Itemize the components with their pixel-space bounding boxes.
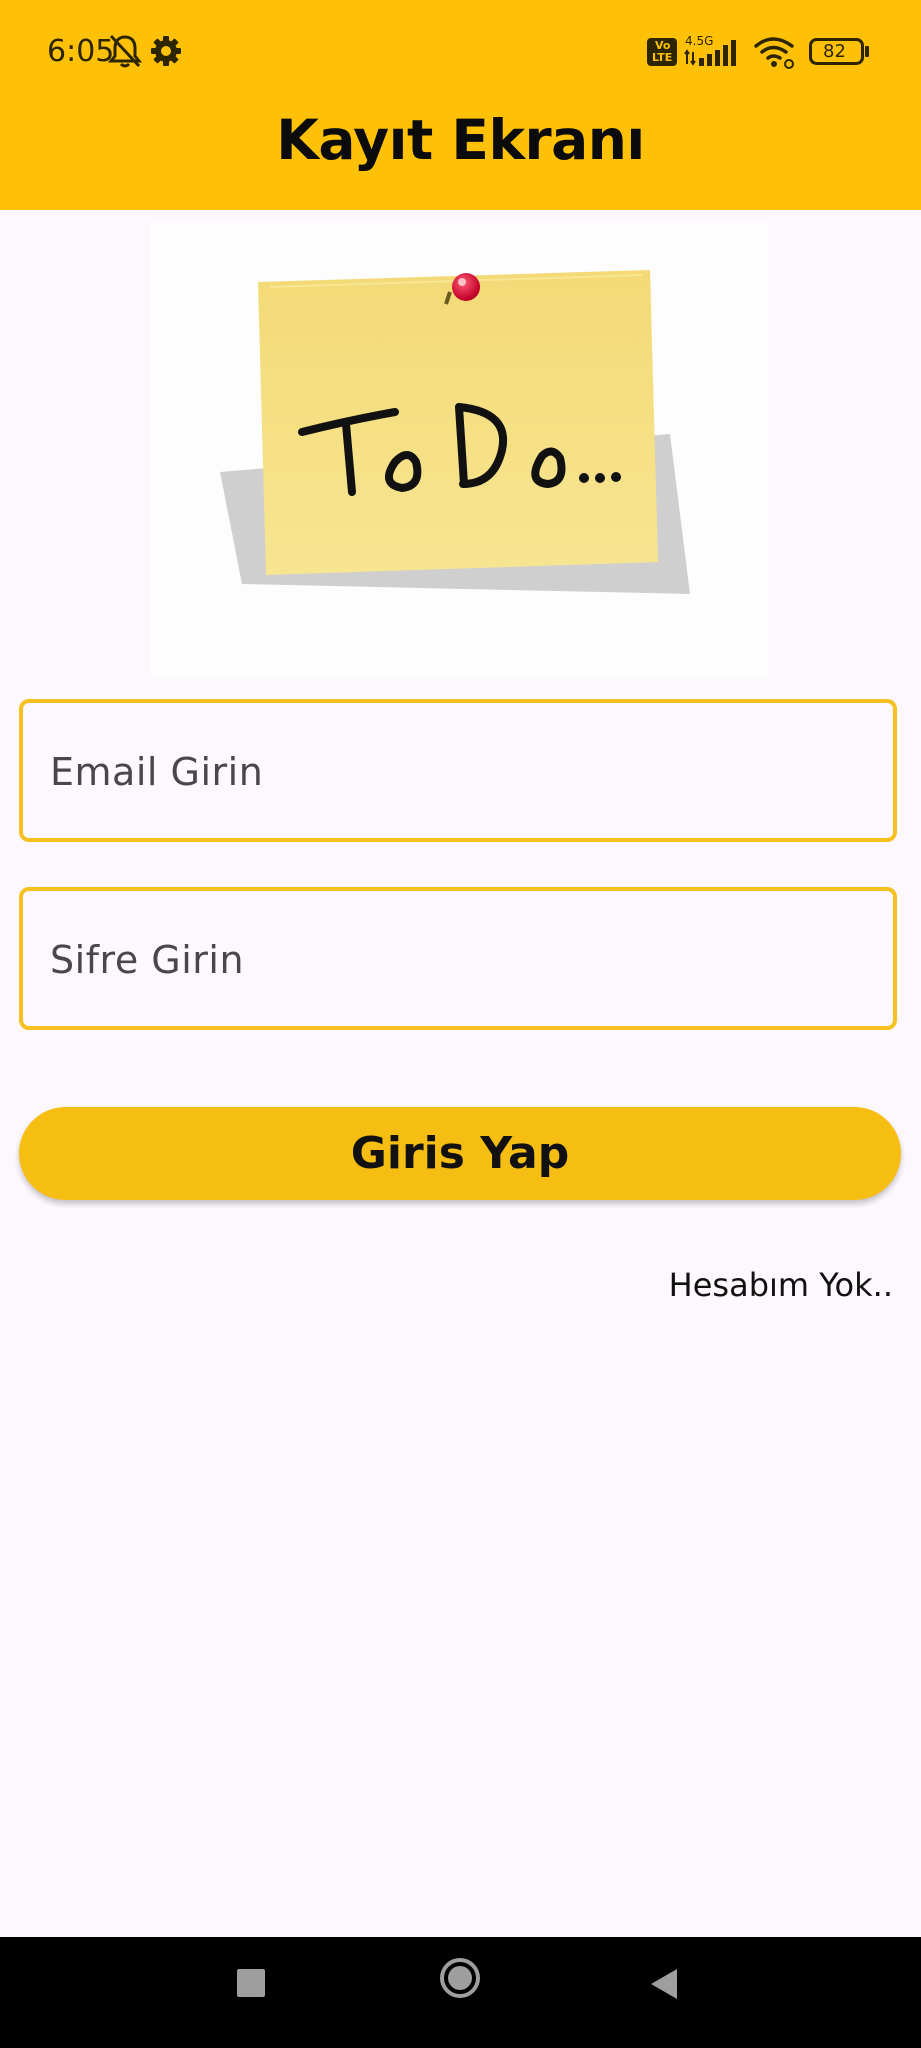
volte-label-bottom: LTE bbox=[652, 51, 673, 64]
sticky-note-illustration bbox=[220, 270, 690, 594]
status-bar: 6:05 Vo LTE 4.5G 82 bbox=[0, 0, 921, 105]
status-time: 6:05 bbox=[47, 34, 115, 69]
email-input[interactable] bbox=[48, 703, 872, 840]
home-icon[interactable] bbox=[439, 1957, 481, 1999]
signal-bars-icon bbox=[684, 40, 736, 66]
wifi-icon bbox=[754, 37, 794, 69]
bell-off-icon bbox=[108, 34, 142, 68]
app-bar: 6:05 Vo LTE 4.5G 82 Kayıt Ekranı bbox=[0, 0, 921, 210]
todo-note-image bbox=[150, 222, 768, 677]
password-input[interactable] bbox=[48, 891, 872, 1028]
password-field[interactable] bbox=[19, 887, 897, 1030]
settings-gear-icon bbox=[151, 36, 181, 66]
battery-level: 82 bbox=[823, 41, 846, 62]
login-button[interactable]: Giris Yap bbox=[19, 1107, 901, 1200]
page-title: Kayıt Ekranı bbox=[276, 108, 645, 172]
recent-apps-icon[interactable] bbox=[237, 1969, 265, 1997]
navigation-bar bbox=[0, 1937, 921, 2048]
email-field[interactable] bbox=[19, 699, 897, 842]
no-account-link[interactable]: Hesabım Yok.. bbox=[669, 1266, 893, 1304]
back-icon[interactable] bbox=[650, 1968, 678, 2000]
